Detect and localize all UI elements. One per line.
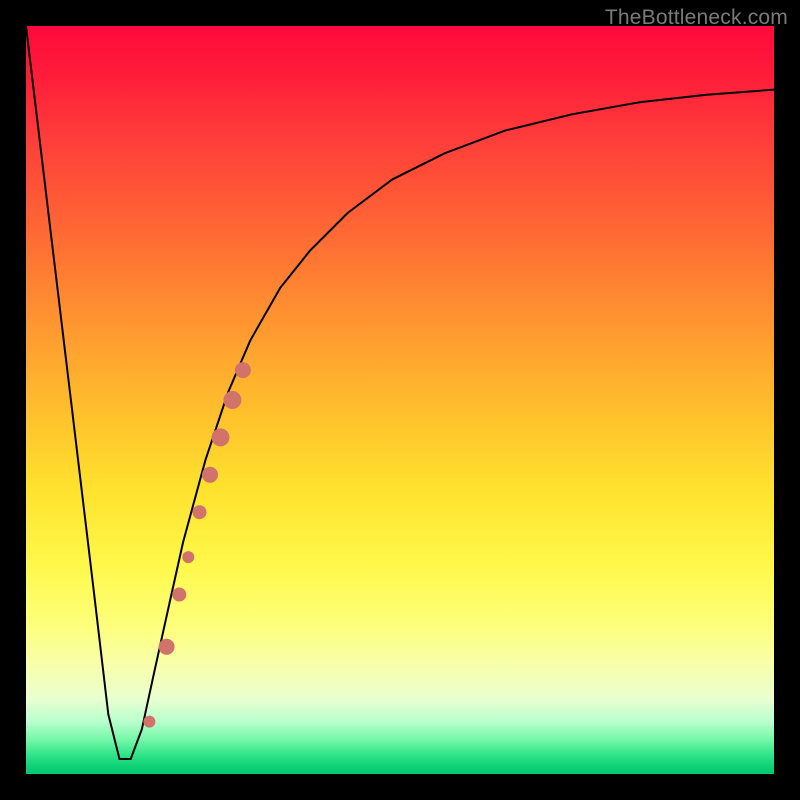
highlight-dot [223,391,241,409]
chart-frame: TheBottleneck.com [0,0,800,800]
highlight-dot [193,505,207,519]
highlight-dots [143,362,251,727]
highlight-dot [182,551,194,563]
highlight-dot [212,428,230,446]
plot-area [26,26,774,774]
highlight-dot [143,716,155,728]
bottleneck-curve [26,26,774,759]
watermark-text: TheBottleneck.com [605,6,788,30]
highlight-dot [172,588,186,602]
highlight-dot [202,467,218,483]
highlight-dot [159,639,175,655]
chart-svg [26,26,774,774]
highlight-dot [235,362,251,378]
